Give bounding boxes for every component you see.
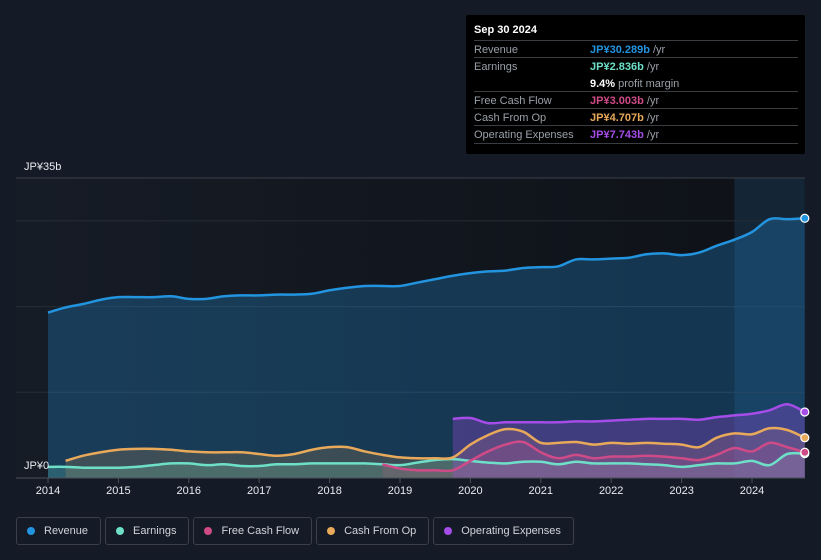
tooltip-value: JP¥7.743b /yr	[590, 129, 660, 141]
tooltip-row-revenue: Revenue JP¥30.289b /yr	[474, 40, 798, 58]
legend-item-operating-expenses[interactable]: Operating Expenses	[433, 517, 574, 545]
tooltip-value: JP¥3.003b /yr	[590, 95, 660, 107]
x-tick-label: 2022	[598, 485, 624, 497]
legend-label: Cash From Op	[344, 525, 417, 537]
x-tick-label: 2021	[528, 485, 554, 497]
legend-dot-icon	[116, 527, 125, 535]
free-cash-flow-endpoint-marker[interactable]	[800, 447, 810, 457]
legend-dot-icon	[327, 527, 336, 535]
legend-dot-icon	[444, 527, 453, 535]
tooltip-row-earnings: Earnings JP¥2.836b /yr 9.4% profit margi…	[474, 57, 798, 92]
legend-item-free-cash-flow[interactable]: Free Cash Flow	[193, 517, 313, 545]
tooltip-panel: Sep 30 2024 Revenue JP¥30.289b /yr Earni…	[466, 15, 805, 154]
tooltip-label: Operating Expenses	[474, 129, 574, 141]
legend-label: Operating Expenses	[461, 525, 561, 537]
operating-expenses-endpoint-marker[interactable]	[800, 407, 810, 417]
x-tick-label: 2019	[387, 485, 413, 497]
legend-item-earnings[interactable]: Earnings	[105, 517, 190, 545]
cash-from-op-endpoint-marker[interactable]	[800, 433, 810, 443]
legend-label: Free Cash Flow	[221, 525, 300, 537]
tooltip-value: JP¥2.836b /yr	[590, 61, 660, 73]
x-tick-label: 2018	[317, 485, 342, 497]
legend-label: Revenue	[44, 525, 89, 537]
x-tick-label: 2014	[35, 485, 61, 497]
legend-dot-icon	[27, 527, 35, 535]
legend-item-cash-from-op[interactable]: Cash From Op	[316, 517, 430, 545]
tooltip-profit-margin: 9.4% profit margin	[590, 78, 680, 90]
x-tick-label: 2017	[246, 485, 272, 497]
tooltip-row-free-cash-flow: Free Cash Flow JP¥3.003b /yr	[474, 91, 798, 109]
legend: Revenue Earnings Free Cash Flow Cash Fro…	[16, 517, 574, 545]
tooltip-date: Sep 30 2024	[474, 24, 537, 36]
x-tick-label: 2024	[739, 485, 765, 497]
x-tick-label: 2015	[106, 485, 131, 497]
legend-item-revenue[interactable]: Revenue	[16, 517, 102, 545]
legend-dot-icon	[204, 527, 213, 535]
tooltip-label: Earnings	[474, 61, 518, 73]
x-tick-label: 2016	[176, 485, 202, 497]
tooltip-label: Cash From Op	[474, 112, 547, 124]
x-tick-label: 2020	[458, 485, 483, 497]
y-axis-top-label: JP¥35b	[24, 161, 62, 173]
y-axis-zero-label: JP¥0	[24, 460, 50, 472]
tooltip-value: JP¥4.707b /yr	[590, 112, 660, 124]
tooltip-value: JP¥30.289b /yr	[590, 44, 666, 56]
revenue-endpoint-marker[interactable]	[800, 213, 810, 223]
tooltip-label: Free Cash Flow	[474, 95, 552, 107]
tooltip-label: Revenue	[474, 44, 519, 56]
x-tick-label: 2023	[669, 485, 694, 497]
tooltip-row-operating-expenses: Operating Expenses JP¥7.743b /yr	[474, 125, 798, 144]
legend-label: Earnings	[133, 525, 177, 537]
tooltip-row-cash-from-op: Cash From Op JP¥4.707b /yr	[474, 108, 798, 126]
